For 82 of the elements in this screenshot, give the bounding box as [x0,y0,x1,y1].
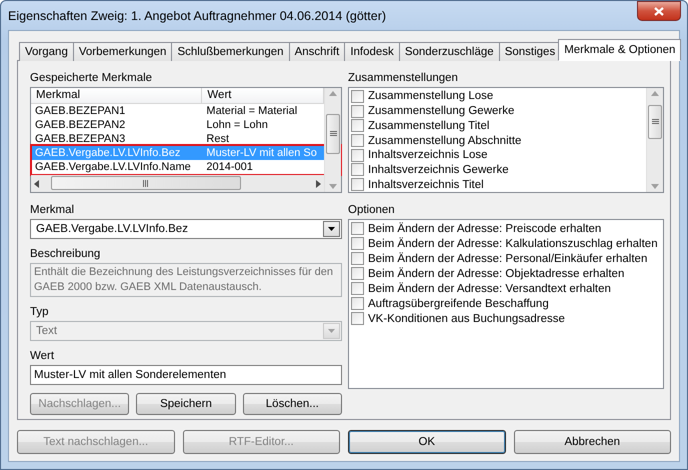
list-row[interactable]: GAEB.BEZEPAN2 Lohn = Lohn [31,118,324,132]
table-cell-text: GAEB.BEZEPAN2 [34,118,126,132]
list-row[interactable]: GAEB.BEZEPAN1 Material = Material [31,104,324,118]
checkbox[interactable] [351,104,364,118]
field-label: Wert [30,349,56,363]
checkbox[interactable] [351,267,364,280]
scroll-down-icon[interactable] [651,184,659,189]
table-cell-text: GAEB.Vergabe.LV.LVInfo.Bez [34,146,182,160]
checkbox-label[interactable]: Zusammenstellung Titel [368,120,490,132]
checkbox[interactable] [351,297,364,310]
checkbox-label[interactable]: Beim Ändern der Adresse: Objektadresse erhalten [368,268,624,280]
action-button[interactable]: Löschen... [242,393,342,415]
scroll-thumb[interactable] [51,176,241,190]
checkbox-label[interactable]: Inhaltsverzeichnis Lose [368,149,488,162]
table-cell-text: Lohn = Lohn [205,118,269,132]
checkbox-label[interactable]: Beim Ändern der Adresse: Personal/Einkäufer erhalten [368,252,648,264]
table-cell-text: GAEB.BEZEPAN3 [34,132,126,146]
value-field[interactable]: Muster-LV mit allen Sonderelementen [30,365,342,385]
field-label: Merkmal [30,203,76,217]
close-button[interactable] [637,1,681,21]
caret-icon [328,227,335,231]
tab[interactable]: Vorbemerkungen [72,42,172,61]
vertical-scrollbar[interactable] [646,88,663,192]
tab[interactable]: Sonderzuschläge [398,42,500,61]
checkbox-label[interactable]: Zusammenstellung Abschnitte [368,134,522,147]
checkbox[interactable] [351,119,364,132]
checkbox[interactable] [351,178,364,192]
scroll-thumb[interactable] [326,114,340,154]
dropdown-button[interactable] [323,221,340,237]
checkbox-label[interactable]: VK-Konditionen aus Buchungsadresse [368,312,565,324]
tab[interactable]: Schlußbemerkungen [171,42,290,61]
scroll-thumb[interactable] [648,105,662,139]
close-icon [654,6,664,16]
field-label: Typ [30,305,50,319]
checkbox[interactable] [351,163,364,176]
scroll-left-icon[interactable] [34,180,39,188]
checkbox[interactable] [351,282,364,295]
list-row[interactable]: GAEB.Vergabe.LV.LVInfo.Name 2014-001 [31,160,324,174]
checkbox-label[interactable]: Zusammenstellung Lose [368,90,494,102]
table-cell-text: Rest [205,132,230,146]
caret-icon [328,329,335,333]
scroll-down-icon[interactable] [329,184,337,189]
window-title: Eigenschaften Zweig: 1. Angebot Auftragnehmer 04.06.2014 (götter) [8,8,386,22]
scroll-right-icon[interactable] [316,180,321,188]
table-cell-text: Material = Material [205,104,298,118]
table-cell-text: GAEB.BEZEPAN1 [34,104,126,118]
checkbox[interactable] [351,134,364,148]
action-button[interactable]: Speichern [136,393,236,415]
list-row[interactable]: GAEB.BEZEPAN3 Rest [31,132,324,146]
feature-dropdown[interactable]: GAEB.Vergabe.LV.LVInfo.Bez [30,219,342,239]
checkbox[interactable] [351,312,364,325]
tab[interactable]: Vorgang [19,42,74,61]
checkbox[interactable] [351,90,364,103]
checkbox[interactable] [351,222,364,235]
section-label: Zusammenstellungen [348,71,459,85]
checkbox-label[interactable]: Zusammenstellung Gewerke [368,105,514,118]
checkbox-label[interactable]: Beim Ändern der Adresse: Kalkulationszuschlag erhalten [368,238,658,250]
section-label: Gespeicherte Merkmale [30,71,154,85]
column-header[interactable]: Wert [202,88,324,103]
field-label: Beschreibung [30,247,102,261]
checkbox-label[interactable]: Beim Ändern der Adresse: Versandtext erhalten [368,282,611,294]
tab[interactable]: Infodesk [344,42,400,61]
dialog-button[interactable]: OK [348,430,506,454]
tab[interactable]: Anschrift [288,42,346,61]
checkbox-label[interactable]: Beim Ändern der Adresse: Preiscode erhalten [368,222,602,234]
vertical-scrollbar[interactable] [324,88,341,192]
section-label: Optionen [348,203,396,217]
horizontal-scrollbar[interactable] [31,175,324,192]
checkbox-label[interactable]: Inhaltsverzeichnis Titel [368,178,484,191]
table-cell-text: GAEB.Vergabe.LV.LVInfo.Name [34,160,192,174]
table-cell-text: 2014-001 [205,160,254,174]
checkbox-label[interactable]: Inhaltsverzeichnis Gewerke [368,164,509,176]
checkbox[interactable] [351,252,364,265]
checkbox[interactable] [351,148,364,162]
checkbox[interactable] [351,237,364,250]
dialog-button[interactable]: Abbrechen [514,430,671,454]
scroll-up-icon[interactable] [651,91,659,96]
tab[interactable]: Merkmale & Optionen [558,39,682,61]
table-cell-text: Muster-LV mit allen So [205,146,318,160]
checkbox-label[interactable]: Auftragsübergreifende Beschaffung [368,298,549,310]
scroll-up-icon[interactable] [329,91,337,96]
column-header[interactable]: Merkmal [31,88,202,103]
